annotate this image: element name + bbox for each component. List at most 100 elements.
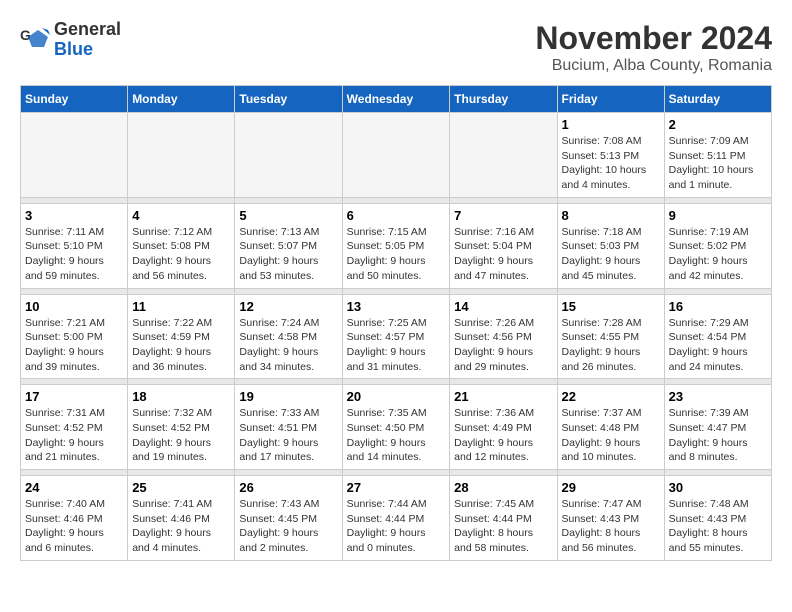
day-cell: 9 Sunrise: 7:19 AM Sunset: 5:02 PM Daylig… [664, 203, 771, 288]
day-info: Sunrise: 7:24 AM Sunset: 4:58 PM Dayligh… [239, 316, 337, 375]
day-info: Sunrise: 7:11 AM Sunset: 5:10 PM Dayligh… [25, 225, 123, 284]
day-info: Sunrise: 7:25 AM Sunset: 4:57 PM Dayligh… [347, 316, 446, 375]
day-info: Sunrise: 7:13 AM Sunset: 5:07 PM Dayligh… [239, 225, 337, 284]
day-cell: 1Sunrise: 7:08 AM Sunset: 5:13 PM Daylig… [557, 113, 664, 198]
day-info: Sunrise: 7:12 AM Sunset: 5:08 PM Dayligh… [132, 225, 230, 284]
day-number: 26 [239, 480, 337, 495]
day-number: 15 [562, 299, 660, 314]
day-info: Sunrise: 7:09 AM Sunset: 5:11 PM Dayligh… [669, 134, 767, 193]
header-row: SundayMondayTuesdayWednesdayThursdayFrid… [21, 86, 772, 113]
day-number: 4 [132, 208, 230, 223]
day-info: Sunrise: 7:45 AM Sunset: 4:44 PM Dayligh… [454, 497, 552, 556]
week-row-2: 10Sunrise: 7:21 AM Sunset: 5:00 PM Dayli… [21, 294, 772, 379]
day-cell: 25 Sunrise: 7:41 AM Sunset: 4:46 PM Dayli… [128, 476, 235, 561]
week-row-1: 3 Sunrise: 7:11 AM Sunset: 5:10 PM Daylig… [21, 203, 772, 288]
day-info: Sunrise: 7:36 AM Sunset: 4:49 PM Dayligh… [454, 406, 552, 465]
day-cell: 20 Sunrise: 7:35 AM Sunset: 4:50 PM Dayli… [342, 385, 450, 470]
day-info: Sunrise: 7:28 AM Sunset: 4:55 PM Dayligh… [562, 316, 660, 375]
day-number: 30 [669, 480, 767, 495]
day-cell [342, 113, 450, 198]
subtitle: Bucium, Alba County, Romania [535, 57, 772, 75]
header: G General Blue November 2024 Bucium, Alb… [20, 20, 772, 75]
svg-text:G: G [20, 27, 31, 43]
header-sunday: Sunday [21, 86, 128, 113]
day-cell: 10Sunrise: 7:21 AM Sunset: 5:00 PM Dayli… [21, 294, 128, 379]
day-cell [235, 113, 342, 198]
day-number: 17 [25, 389, 123, 404]
day-cell: 22 Sunrise: 7:37 AM Sunset: 4:48 PM Dayli… [557, 385, 664, 470]
day-number: 12 [239, 299, 337, 314]
header-monday: Monday [128, 86, 235, 113]
day-number: 10 [25, 299, 123, 314]
month-title: November 2024 [535, 20, 772, 57]
day-cell: 5 Sunrise: 7:13 AM Sunset: 5:07 PM Daylig… [235, 203, 342, 288]
day-number: 29 [562, 480, 660, 495]
day-cell: 28Sunrise: 7:45 AM Sunset: 4:44 PM Dayli… [450, 476, 557, 561]
day-cell: 13Sunrise: 7:25 AM Sunset: 4:57 PM Dayli… [342, 294, 450, 379]
day-cell [128, 113, 235, 198]
day-info: Sunrise: 7:40 AM Sunset: 4:46 PM Dayligh… [25, 497, 123, 556]
title-section: November 2024 Bucium, Alba County, Roman… [535, 20, 772, 75]
day-number: 8 [562, 208, 660, 223]
day-info: Sunrise: 7:16 AM Sunset: 5:04 PM Dayligh… [454, 225, 552, 284]
day-number: 20 [347, 389, 446, 404]
day-cell: 12 Sunrise: 7:24 AM Sunset: 4:58 PM Dayli… [235, 294, 342, 379]
day-number: 19 [239, 389, 337, 404]
day-info: Sunrise: 7:18 AM Sunset: 5:03 PM Dayligh… [562, 225, 660, 284]
day-info: Sunrise: 7:41 AM Sunset: 4:46 PM Dayligh… [132, 497, 230, 556]
day-info: Sunrise: 7:47 AM Sunset: 4:43 PM Dayligh… [562, 497, 660, 556]
day-number: 5 [239, 208, 337, 223]
day-cell: 8 Sunrise: 7:18 AM Sunset: 5:03 PM Daylig… [557, 203, 664, 288]
day-info: Sunrise: 7:43 AM Sunset: 4:45 PM Dayligh… [239, 497, 337, 556]
day-info: Sunrise: 7:48 AM Sunset: 4:43 PM Dayligh… [669, 497, 767, 556]
header-thursday: Thursday [450, 86, 557, 113]
day-cell: 29 Sunrise: 7:47 AM Sunset: 4:43 PM Dayli… [557, 476, 664, 561]
day-info: Sunrise: 7:19 AM Sunset: 5:02 PM Dayligh… [669, 225, 767, 284]
header-friday: Friday [557, 86, 664, 113]
day-info: Sunrise: 7:35 AM Sunset: 4:50 PM Dayligh… [347, 406, 446, 465]
day-number: 22 [562, 389, 660, 404]
day-number: 18 [132, 389, 230, 404]
day-info: Sunrise: 7:39 AM Sunset: 4:47 PM Dayligh… [669, 406, 767, 465]
day-cell: 15 Sunrise: 7:28 AM Sunset: 4:55 PM Dayli… [557, 294, 664, 379]
logo-blue: Blue [54, 40, 121, 60]
day-cell [450, 113, 557, 198]
day-cell: 27 Sunrise: 7:44 AM Sunset: 4:44 PM Dayli… [342, 476, 450, 561]
day-number: 1 [562, 117, 660, 132]
day-number: 25 [132, 480, 230, 495]
day-info: Sunrise: 7:26 AM Sunset: 4:56 PM Dayligh… [454, 316, 552, 375]
day-cell: 23Sunrise: 7:39 AM Sunset: 4:47 PM Dayli… [664, 385, 771, 470]
header-tuesday: Tuesday [235, 86, 342, 113]
day-number: 11 [132, 299, 230, 314]
week-row-0: 1Sunrise: 7:08 AM Sunset: 5:13 PM Daylig… [21, 113, 772, 198]
day-cell: 2Sunrise: 7:09 AM Sunset: 5:11 PM Daylig… [664, 113, 771, 198]
day-cell: 7 Sunrise: 7:16 AM Sunset: 5:04 PM Daylig… [450, 203, 557, 288]
day-cell: 16Sunrise: 7:29 AM Sunset: 4:54 PM Dayli… [664, 294, 771, 379]
day-cell: 11Sunrise: 7:22 AM Sunset: 4:59 PM Dayli… [128, 294, 235, 379]
day-info: Sunrise: 7:37 AM Sunset: 4:48 PM Dayligh… [562, 406, 660, 465]
day-info: Sunrise: 7:31 AM Sunset: 4:52 PM Dayligh… [25, 406, 123, 465]
day-number: 14 [454, 299, 552, 314]
day-cell: 21 Sunrise: 7:36 AM Sunset: 4:49 PM Dayli… [450, 385, 557, 470]
day-info: Sunrise: 7:29 AM Sunset: 4:54 PM Dayligh… [669, 316, 767, 375]
header-saturday: Saturday [664, 86, 771, 113]
day-number: 6 [347, 208, 446, 223]
day-info: Sunrise: 7:44 AM Sunset: 4:44 PM Dayligh… [347, 497, 446, 556]
day-number: 7 [454, 208, 552, 223]
day-info: Sunrise: 7:32 AM Sunset: 4:52 PM Dayligh… [132, 406, 230, 465]
header-wednesday: Wednesday [342, 86, 450, 113]
day-number: 9 [669, 208, 767, 223]
day-info: Sunrise: 7:15 AM Sunset: 5:05 PM Dayligh… [347, 225, 446, 284]
logo-general: General [54, 20, 121, 40]
week-row-3: 17 Sunrise: 7:31 AM Sunset: 4:52 PM Dayli… [21, 385, 772, 470]
calendar: SundayMondayTuesdayWednesdayThursdayFrid… [20, 85, 772, 561]
day-number: 27 [347, 480, 446, 495]
day-number: 3 [25, 208, 123, 223]
day-cell: 24Sunrise: 7:40 AM Sunset: 4:46 PM Dayli… [21, 476, 128, 561]
day-cell: 30 Sunrise: 7:48 AM Sunset: 4:43 PM Dayli… [664, 476, 771, 561]
day-cell: 14 Sunrise: 7:26 AM Sunset: 4:56 PM Dayli… [450, 294, 557, 379]
day-number: 21 [454, 389, 552, 404]
day-cell: 3 Sunrise: 7:11 AM Sunset: 5:10 PM Daylig… [21, 203, 128, 288]
day-cell: 17 Sunrise: 7:31 AM Sunset: 4:52 PM Dayli… [21, 385, 128, 470]
logo-icon: G [20, 25, 50, 55]
